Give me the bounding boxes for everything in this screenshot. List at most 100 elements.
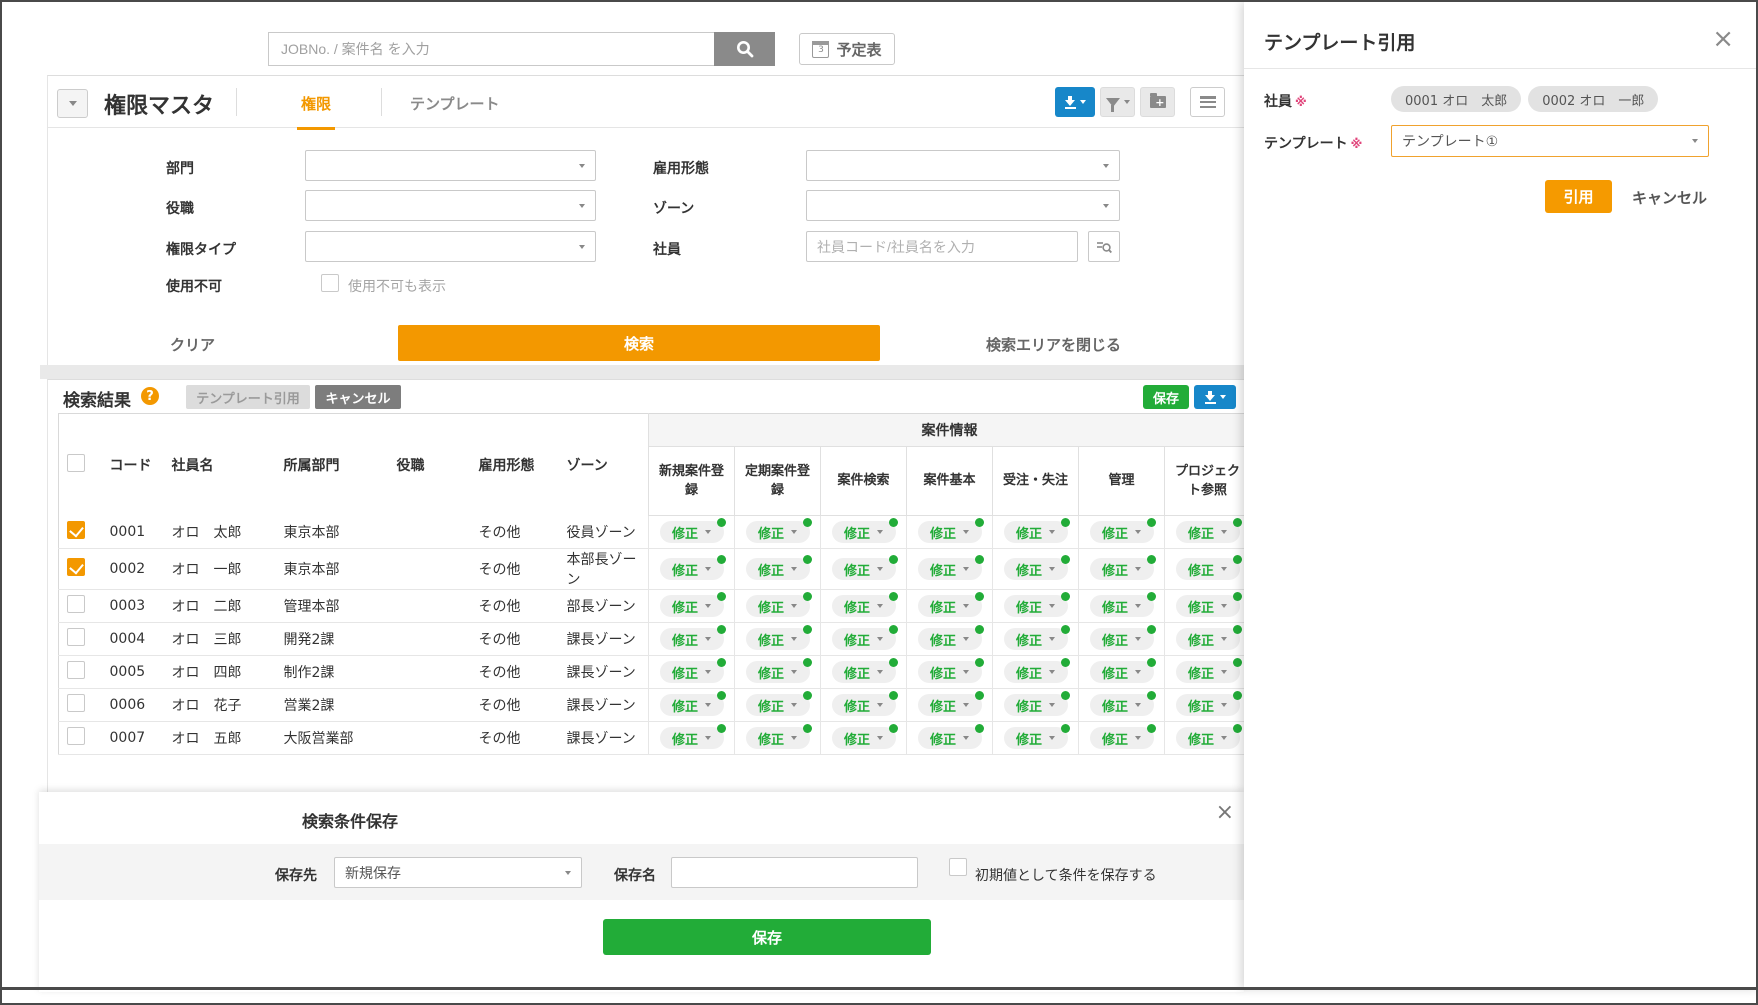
employee-input[interactable] xyxy=(806,231,1078,262)
perm-dropdown[interactable]: 修正 xyxy=(1090,694,1154,716)
row-checkbox[interactable] xyxy=(67,727,85,745)
cell-employment: その他 xyxy=(470,590,558,623)
row-checkbox[interactable] xyxy=(67,595,85,613)
position-select[interactable] xyxy=(305,190,596,221)
perm-dropdown[interactable]: 修正 xyxy=(660,694,724,716)
clear-button[interactable]: クリア xyxy=(170,334,215,355)
schedule-button[interactable]: 3 予定表 xyxy=(799,33,895,65)
perm-dropdown[interactable]: 修正 xyxy=(1176,521,1240,543)
perm-dropdown[interactable]: 修正 xyxy=(1004,521,1068,543)
search-button[interactable]: 検索 xyxy=(398,325,880,361)
perm-dropdown[interactable]: 修正 xyxy=(1004,595,1068,617)
perm-dropdown[interactable]: 修正 xyxy=(746,661,810,683)
perm-dropdown[interactable]: 修正 xyxy=(660,558,724,580)
perm-dropdown[interactable]: 修正 xyxy=(660,661,724,683)
perm-dropdown[interactable]: 修正 xyxy=(918,727,982,749)
perm-dropdown[interactable]: 修正 xyxy=(832,727,896,749)
save-button[interactable]: 保存 xyxy=(1143,385,1189,409)
permission-type-select[interactable] xyxy=(305,231,596,262)
row-checkbox[interactable] xyxy=(67,628,85,646)
zone-select[interactable] xyxy=(806,190,1120,221)
perm-dropdown[interactable]: 修正 xyxy=(1090,727,1154,749)
show-disabled-checkbox[interactable] xyxy=(321,274,339,292)
job-search-input[interactable] xyxy=(268,32,714,66)
perm-dropdown[interactable]: 修正 xyxy=(1176,558,1240,580)
tab-permission[interactable]: 権限 xyxy=(301,93,331,114)
perm-dropdown[interactable]: 修正 xyxy=(1004,558,1068,580)
perm-dropdown[interactable]: 修正 xyxy=(918,558,982,580)
template-select[interactable]: テンプレート① xyxy=(1391,125,1709,157)
perm-dropdown[interactable]: 修正 xyxy=(918,661,982,683)
perm-dropdown[interactable]: 修正 xyxy=(746,521,810,543)
perm-dropdown[interactable]: 修正 xyxy=(832,661,896,683)
perm-dropdown[interactable]: 修正 xyxy=(660,521,724,543)
employee-chip[interactable]: 0002 オロ 一郎 xyxy=(1528,86,1658,112)
employment-select[interactable] xyxy=(806,150,1120,181)
perm-dropdown[interactable]: 修正 xyxy=(832,521,896,543)
save-condition-button[interactable]: 保存 xyxy=(603,919,931,955)
perm-dropdown[interactable]: 修正 xyxy=(832,558,896,580)
perm-dropdown[interactable]: 修正 xyxy=(1004,727,1068,749)
perm-dropdown[interactable]: 修正 xyxy=(1090,595,1154,617)
perm-dropdown[interactable]: 修正 xyxy=(1090,628,1154,650)
row-checkbox[interactable] xyxy=(67,521,85,539)
changed-indicator-dot xyxy=(1061,592,1070,601)
row-checkbox[interactable] xyxy=(67,661,85,679)
search-submit-button[interactable] xyxy=(714,32,775,66)
perm-dropdown[interactable]: 修正 xyxy=(660,595,724,617)
perm-dropdown[interactable]: 修正 xyxy=(746,727,810,749)
perm-dropdown[interactable]: 修正 xyxy=(918,595,982,617)
download-button[interactable] xyxy=(1055,87,1095,117)
perm-dropdown[interactable]: 修正 xyxy=(1090,521,1154,543)
perm-dropdown[interactable]: 修正 xyxy=(1004,628,1068,650)
perm-dropdown[interactable]: 修正 xyxy=(1004,694,1068,716)
perm-dropdown[interactable]: 修正 xyxy=(918,521,982,543)
menu-button[interactable] xyxy=(1190,87,1225,117)
add-folder-button[interactable] xyxy=(1140,87,1175,117)
perm-dropdown[interactable]: 修正 xyxy=(746,558,810,580)
department-select[interactable] xyxy=(305,150,596,181)
perm-dropdown[interactable]: 修正 xyxy=(832,595,896,617)
perm-dropdown[interactable]: 修正 xyxy=(746,628,810,650)
download-results-button[interactable] xyxy=(1194,385,1236,409)
perm-dropdown[interactable]: 修正 xyxy=(746,595,810,617)
perm-dropdown[interactable]: 修正 xyxy=(832,694,896,716)
close-icon[interactable]: × xyxy=(1712,26,1734,52)
perm-dropdown[interactable]: 修正 xyxy=(1176,661,1240,683)
close-icon[interactable]: × xyxy=(1216,802,1234,824)
perm-dropdown[interactable]: 修正 xyxy=(1090,558,1154,580)
perm-dropdown[interactable]: 修正 xyxy=(746,694,810,716)
help-icon[interactable]: ? xyxy=(141,387,159,405)
close-search-area-button[interactable]: 検索エリアを閉じる xyxy=(986,334,1121,355)
employee-chip[interactable]: 0001 オロ 太郎 xyxy=(1391,86,1521,112)
quote-button[interactable]: 引用 xyxy=(1545,180,1612,213)
perm-dropdown[interactable]: 修正 xyxy=(660,727,724,749)
row-checkbox[interactable] xyxy=(67,558,85,576)
perm-dropdown[interactable]: 修正 xyxy=(1176,727,1240,749)
save-as-default-label: 初期値として条件を保存する xyxy=(975,865,1157,885)
save-name-input[interactable] xyxy=(671,857,918,888)
perm-dropdown[interactable]: 修正 xyxy=(660,628,724,650)
perm-dropdown[interactable]: 修正 xyxy=(1176,595,1240,617)
panel-cancel-button[interactable]: キャンセル xyxy=(1632,187,1707,208)
template-quote-button[interactable]: テンプレート引用 xyxy=(186,385,310,409)
employee-search-button[interactable] xyxy=(1088,231,1120,262)
perm-dropdown[interactable]: 修正 xyxy=(1004,661,1068,683)
perm-dropdown[interactable]: 修正 xyxy=(832,628,896,650)
perm-dropdown[interactable]: 修正 xyxy=(918,628,982,650)
row-checkbox[interactable] xyxy=(67,694,85,712)
save-as-default-checkbox[interactable] xyxy=(949,858,967,876)
tab-template[interactable]: テンプレート xyxy=(410,93,500,114)
chevron-down-icon xyxy=(579,245,585,249)
perm-dropdown[interactable]: 修正 xyxy=(1090,661,1154,683)
destination-select[interactable]: 新規保存 xyxy=(334,857,582,888)
perm-dropdown[interactable]: 修正 xyxy=(1176,628,1240,650)
perm-dropdown[interactable]: 修正 xyxy=(918,694,982,716)
cancel-button[interactable]: キャンセル xyxy=(315,385,401,409)
select-all-checkbox[interactable] xyxy=(67,454,85,472)
divider xyxy=(381,88,382,116)
title-dropdown-button[interactable] xyxy=(57,89,88,118)
filter-button[interactable] xyxy=(1100,87,1135,117)
destination-value: 新規保存 xyxy=(345,863,401,883)
perm-dropdown[interactable]: 修正 xyxy=(1176,694,1240,716)
